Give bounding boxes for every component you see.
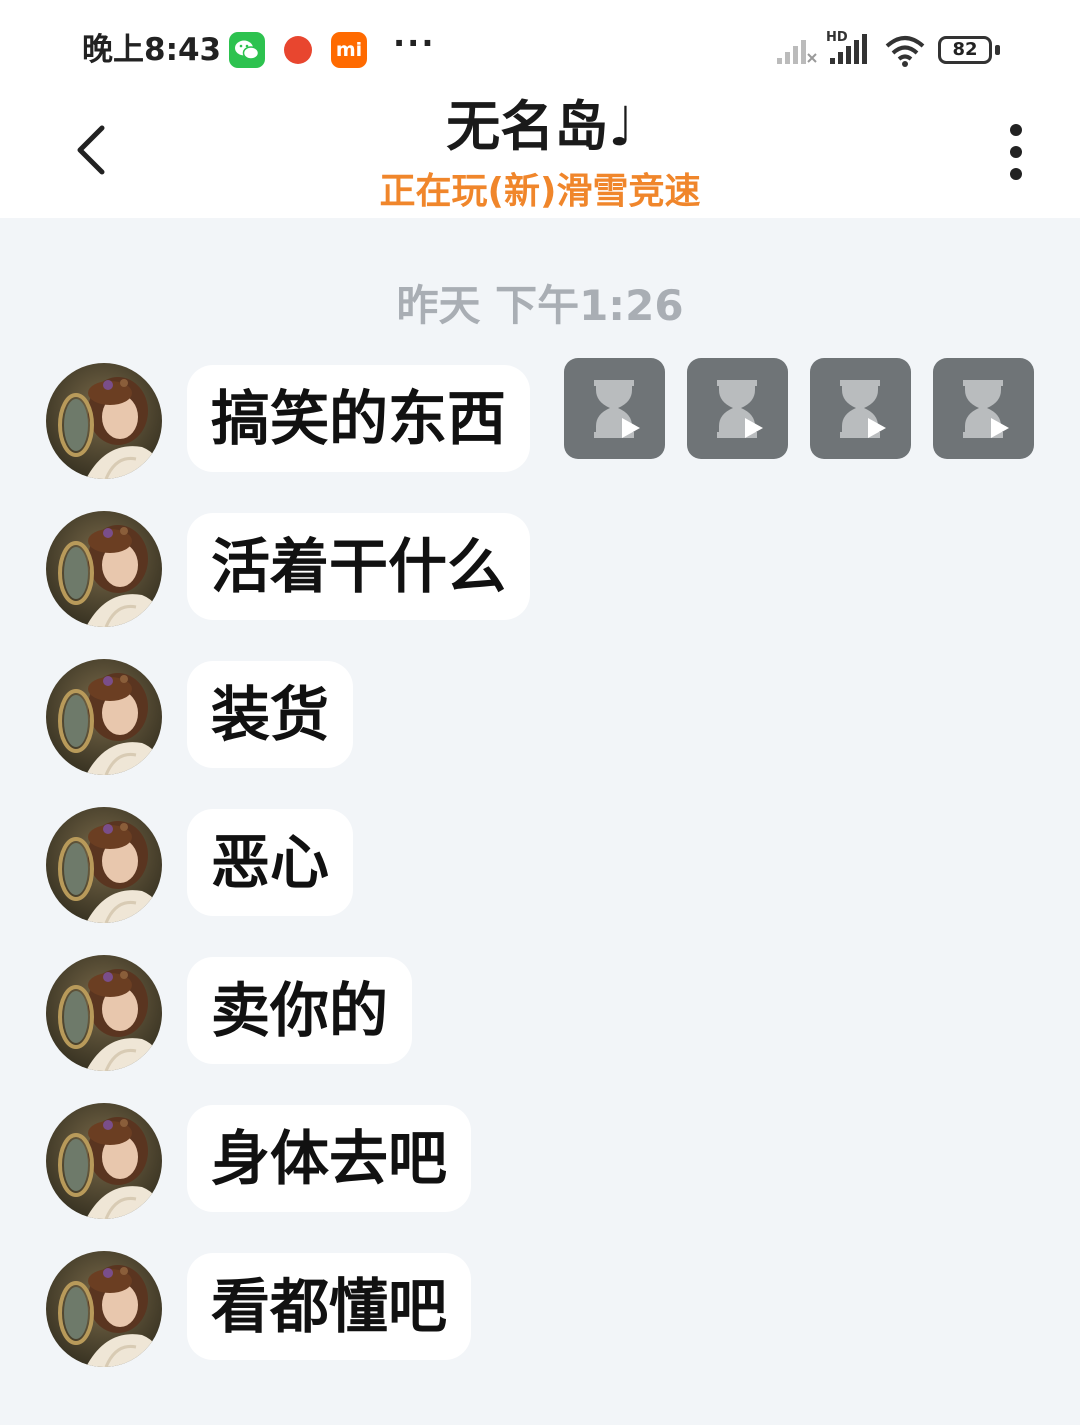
message-timestamp: 昨天 下午1:26 [396,281,684,330]
wifi-icon [885,36,925,67]
chat-title: 无名岛♩ [446,95,634,158]
message-bubble[interactable]: 看都懂吧 [187,1253,472,1360]
loading-sticker-icon[interactable] [687,358,788,459]
loading-sticker-icon[interactable] [564,358,665,459]
sender-avatar[interactable] [46,1103,162,1219]
message-bubble[interactable]: 搞笑的东西 [187,365,531,472]
sender-avatar[interactable] [46,511,162,627]
battery-tip [995,45,1000,55]
message-bubble[interactable]: 身体去吧 [187,1105,472,1212]
sender-avatar[interactable] [46,659,162,775]
message-row: 活着干什么 [0,511,1080,631]
message-bubble[interactable]: 装货 [187,661,354,768]
sender-avatar[interactable] [46,807,162,923]
loading-sticker-icon[interactable] [933,358,1034,459]
message-bubble[interactable]: 恶心 [187,809,354,916]
top-bar: 晚上8:43 mi ··· HD 82 无名岛♩ 正在玩(新)滑雪竞速 [0,0,1080,218]
more-options-button[interactable] [1000,122,1032,182]
more-notifications-icon: ··· [393,24,436,62]
sender-avatar[interactable] [46,955,162,1071]
message-bubble[interactable]: 卖你的 [187,957,413,1064]
battery-icon: 82 [938,36,992,64]
message-row: 装货 [0,659,1080,779]
message-bubble[interactable]: 活着干什么 [187,513,531,620]
loading-sticker-icon[interactable] [810,358,911,459]
message-row: 看都懂吧 [0,1251,1080,1371]
message-row: 卖你的 [0,955,1080,1075]
mi-notification-icon: mi [331,32,367,68]
message-row: 恶心 [0,807,1080,927]
signal-icon [830,34,867,64]
status-time: 晚上8:43 [82,32,222,68]
message-row: 搞笑的东西 [0,363,1080,483]
signal-empty-icon [777,40,817,64]
message-row: 身体去吧 [0,1103,1080,1223]
music-notification-icon [284,36,312,64]
sender-avatar[interactable] [46,1251,162,1367]
playing-status[interactable]: 正在玩(新)滑雪竞速 [0,170,1080,214]
sender-avatar[interactable] [46,363,162,479]
wechat-notification-icon [229,32,265,68]
